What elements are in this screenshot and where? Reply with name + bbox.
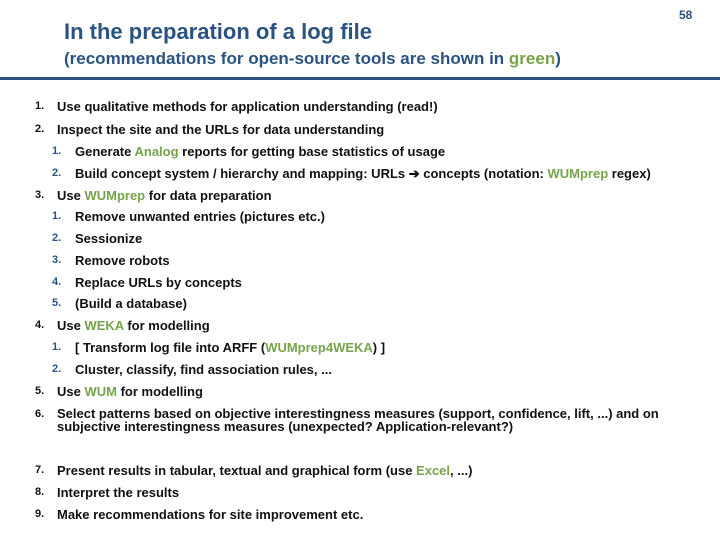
item-number: 5. <box>52 297 62 309</box>
item-text: Interpret the results <box>57 485 180 500</box>
item-number: 4. <box>52 276 62 288</box>
sub-list-item: 2. Build concept system / hierarchy and m… <box>52 166 651 182</box>
sub-list-item: 4. Replace URLs by concepts <box>52 275 242 290</box>
tool-name: WUMprep <box>547 166 609 181</box>
item-text: regex) <box>608 166 651 181</box>
item-text: ) ] <box>372 340 386 355</box>
list-item: 5. Use WUM for modelling <box>35 384 203 399</box>
sub-list-item: 1. Generate Analog reports for getting ba… <box>52 144 446 159</box>
item-text: [ Transform log file into ARFF ( <box>75 340 266 355</box>
item-number: 7. <box>35 464 45 476</box>
item-text: (Build a database) <box>75 296 187 311</box>
tool-name: Excel <box>416 463 451 478</box>
item-number: 9. <box>35 508 45 520</box>
item-text: Sessionize <box>75 231 143 246</box>
item-number: 3. <box>35 189 45 201</box>
tool-name: WUM <box>84 384 117 399</box>
item-text: Use <box>57 318 85 333</box>
item-text: Inspect the site and the URLs for data u… <box>57 122 385 137</box>
item-text: Remove robots <box>75 253 170 268</box>
list-item: 1. Use qualitative methods for applicatio… <box>35 99 438 114</box>
list-item: 3. Use WUMprep for data preparation <box>35 188 272 203</box>
sub-list-item: 1. [ Transform log file into ARFF (WUMpre… <box>52 340 386 355</box>
item-number: 2. <box>52 232 62 244</box>
list-item: 7. Present results in tabular, textual an… <box>35 463 473 478</box>
item-text: concepts (notation: <box>419 166 548 181</box>
item-text: for modelling <box>116 384 203 399</box>
item-number: 1. <box>52 145 62 157</box>
item-text: Select patterns based on objective inter… <box>57 406 659 434</box>
item-text: Replace URLs by concepts <box>75 275 242 290</box>
sub-list-item: 1. Remove unwanted entries (pictures etc.… <box>52 209 325 224</box>
arrow-icon: ➔ <box>408 166 420 181</box>
item-number: 1. <box>52 341 62 353</box>
item-number: 8. <box>35 486 45 498</box>
sub-list-item: 3. Remove robots <box>52 253 170 268</box>
list-item: 9. Make recommendations for site improvem… <box>35 507 364 522</box>
item-text: Generate <box>75 144 135 159</box>
tool-name: WEKA <box>84 318 124 333</box>
tool-name: WUMprep <box>84 188 146 203</box>
item-number: 5. <box>35 385 45 397</box>
item-number: 1. <box>35 100 45 112</box>
tool-name: Analog <box>134 144 179 159</box>
slide-subtitle: (recommendations for open-source tools a… <box>64 49 561 69</box>
item-text: Use <box>57 188 85 203</box>
item-text: , ...) <box>450 463 473 478</box>
item-text: Present results in tabular, textual and … <box>57 463 417 478</box>
tool-name: WUMprep4WEKA <box>265 340 373 355</box>
item-text: Cluster, classify, find association rule… <box>75 362 332 377</box>
sub-list-item: 2. Sessionize <box>52 231 143 246</box>
item-text: reports for getting base statistics of u… <box>178 144 446 159</box>
item-number: 1. <box>52 210 62 222</box>
subtitle-green-word: green <box>508 49 556 68</box>
list-item: 4. Use WEKA for modelling <box>35 318 210 333</box>
item-text: for data preparation <box>145 188 272 203</box>
header-divider <box>0 77 720 80</box>
item-text: Build concept system / hierarchy and map… <box>75 166 409 181</box>
slide-title: In the preparation of a log file <box>64 19 373 44</box>
list-item: 6. Select patterns based on objective int… <box>35 406 712 434</box>
item-text: for modelling <box>123 318 210 333</box>
subtitle-close: ) <box>555 49 561 68</box>
list-item: 2. Inspect the site and the URLs for data… <box>35 122 385 137</box>
item-text: Use <box>57 384 85 399</box>
item-number: 3. <box>52 254 62 266</box>
item-number: 2. <box>52 167 62 179</box>
subtitle-text: (recommendations for open-source tools a… <box>64 49 509 68</box>
item-text: Make recommendations for site improvemen… <box>57 507 364 522</box>
list-item: 8. Interpret the results <box>35 485 180 500</box>
item-number: 6. <box>35 408 45 420</box>
item-text: Use qualitative methods for application … <box>57 99 438 114</box>
page-number: 58 <box>679 8 693 22</box>
item-text: Remove unwanted entries (pictures etc.) <box>75 209 325 224</box>
item-number: 4. <box>35 319 45 331</box>
sub-list-item: 2. Cluster, classify, find association ru… <box>52 362 332 377</box>
sub-list-item: 5. (Build a database) <box>52 296 187 311</box>
item-number: 2. <box>52 363 62 375</box>
item-number: 2. <box>35 123 45 135</box>
